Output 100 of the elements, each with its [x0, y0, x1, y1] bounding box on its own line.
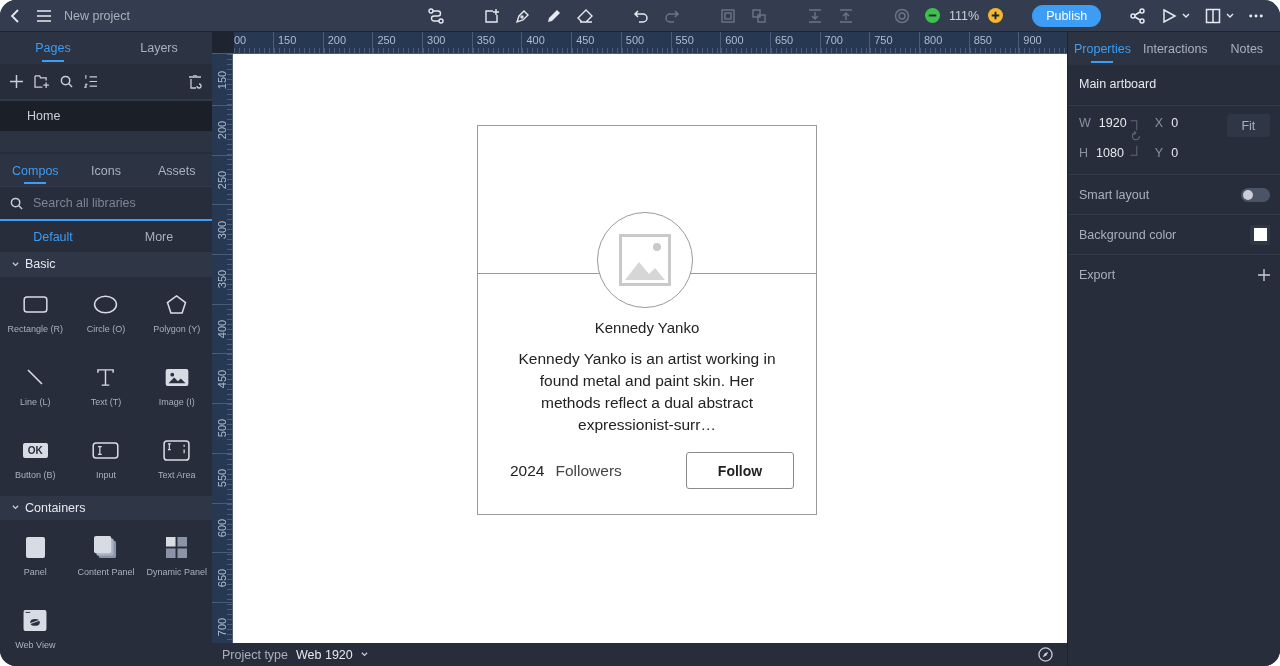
undo-icon[interactable]	[633, 7, 649, 24]
component-item[interactable]: Line (L)	[0, 349, 71, 423]
caret-icon[interactable]	[1226, 11, 1235, 20]
ruler-label: 300	[422, 32, 472, 53]
pencil-icon[interactable]	[546, 7, 562, 24]
ruler-label: 800	[918, 32, 969, 53]
component-item[interactable]: Circle (O)	[70, 276, 142, 350]
ruler-label: 400	[216, 319, 228, 339]
fit-button[interactable]: Fit	[1226, 114, 1270, 137]
search-field[interactable]: Search all libraries	[31, 195, 205, 212]
property-label: Export	[1079, 267, 1116, 282]
property-label: Background color	[1079, 227, 1177, 242]
image-icon	[619, 234, 671, 286]
size-field[interactable]: H 1080	[1079, 144, 1135, 162]
zoom-in-icon[interactable]	[988, 8, 1004, 23]
zoom-out-icon[interactable]	[925, 8, 940, 23]
pentagon-icon	[166, 294, 188, 314]
panel-tab[interactable]: Interactions	[1137, 32, 1214, 65]
grid-icon	[166, 537, 188, 558]
position-field[interactable]: X 0	[1154, 114, 1211, 132]
component-item[interactable]: Panel	[0, 520, 71, 593]
color-swatch[interactable]	[1250, 224, 1270, 245]
ruler-label: 550	[670, 32, 721, 53]
pen-icon[interactable]	[515, 7, 531, 24]
ruler-label: 700	[819, 32, 870, 53]
panel-layout-icon[interactable]	[1205, 7, 1222, 24]
add-icon[interactable]	[10, 75, 23, 89]
ruler-label: 600	[216, 518, 228, 537]
add-icon[interactable]	[1258, 268, 1270, 281]
eraser-icon[interactable]	[577, 7, 593, 24]
followers-count: 2024	[510, 461, 545, 480]
component-item[interactable]: Image (I)	[141, 349, 212, 423]
library-tab[interactable]: Compos	[0, 153, 71, 186]
search-icon[interactable]	[60, 75, 73, 89]
ruler-label: 750	[869, 32, 919, 53]
component-item[interactable]: Rectangle (R)	[0, 276, 71, 350]
input-icon	[92, 441, 120, 459]
panel-tab[interactable]: Properties	[1068, 32, 1137, 65]
panel-tab[interactable]: Layers	[106, 32, 212, 65]
section-title: Basic	[25, 257, 56, 272]
position-field[interactable]: Y 0	[1154, 144, 1211, 162]
share-icon[interactable]	[1130, 7, 1147, 24]
text-area-icon	[163, 439, 191, 461]
component-item[interactable]: Web View	[0, 593, 71, 666]
size-field[interactable]: W 1920	[1079, 114, 1135, 132]
connector-icon[interactable]	[428, 7, 444, 24]
menu-icon[interactable]	[36, 7, 52, 24]
component-item[interactable]: Text (T)	[70, 349, 142, 423]
artboard-title: Main artboard	[1068, 65, 1280, 106]
component-item[interactable]: Dynamic Panel	[141, 520, 212, 593]
line-icon	[27, 369, 44, 386]
ruler-label: 150	[273, 32, 323, 53]
component-item[interactable]: Content Panel	[70, 520, 142, 593]
component-item[interactable]: Input	[70, 422, 142, 496]
ruler-label: 650	[769, 32, 820, 53]
ruler-label: 650	[216, 568, 228, 587]
section-header[interactable]: Containers	[0, 495, 212, 520]
caret-icon	[360, 651, 368, 658]
folder-add-icon[interactable]	[34, 75, 49, 89]
trash-icon[interactable]	[188, 74, 202, 89]
component-item[interactable]: Polygon (Y)	[141, 276, 212, 350]
library-subtab[interactable]: Default	[0, 221, 106, 253]
play-icon[interactable]	[1161, 7, 1178, 24]
panel-tab[interactable]: Pages	[0, 32, 106, 65]
library-tab[interactable]: Icons	[70, 153, 142, 186]
project-type-label: Project type	[222, 647, 288, 662]
toggle-switch[interactable]	[1241, 187, 1270, 202]
more-icon[interactable]	[1249, 13, 1264, 18]
ruler-label: 250	[216, 170, 228, 190]
numbered-list-icon[interactable]	[84, 75, 97, 89]
compass-icon[interactable]	[1038, 647, 1053, 662]
ruler-label: 900	[1018, 32, 1067, 53]
follow-button[interactable]: Follow	[686, 452, 794, 489]
ruler-label: 500	[620, 32, 671, 53]
component-item[interactable]: Text Area	[141, 422, 212, 496]
ruler-label: 450	[571, 32, 621, 53]
project-name: New project	[64, 8, 130, 23]
panel-tab[interactable]: Notes	[1213, 32, 1280, 65]
library-subtab[interactable]: More	[106, 221, 212, 253]
ruler-label: 700	[216, 618, 228, 637]
profile-bio: Kennedy Yanko is an artist working in found metal and paint skin. Her methods reflect a dual abstract expressionist-surr…	[517, 349, 777, 435]
library-tab[interactable]: Assets	[141, 153, 212, 186]
component-item[interactable]: OK Button (B)	[0, 422, 71, 496]
caret-icon[interactable]	[1182, 11, 1191, 20]
image-icon	[164, 368, 189, 386]
text-icon	[96, 367, 116, 387]
zoom-level: 111%	[949, 8, 980, 23]
search-icon	[10, 196, 23, 210]
panel-icon	[25, 537, 45, 558]
section-header[interactable]: Basic	[0, 252, 212, 277]
ruler-label: 600	[720, 32, 770, 53]
project-type-dropdown[interactable]: Web 1920	[296, 647, 368, 662]
ruler-label: 200	[322, 32, 373, 53]
add-frame-icon[interactable]	[484, 7, 500, 24]
profile-name: Kennedy Yanko	[594, 319, 700, 336]
page-item[interactable]: Home	[0, 101, 212, 132]
circle-icon	[93, 294, 119, 314]
ruler-label: 350	[471, 32, 522, 53]
followers-label: Followers	[555, 461, 622, 480]
ruler-label: 150	[216, 70, 228, 89]
